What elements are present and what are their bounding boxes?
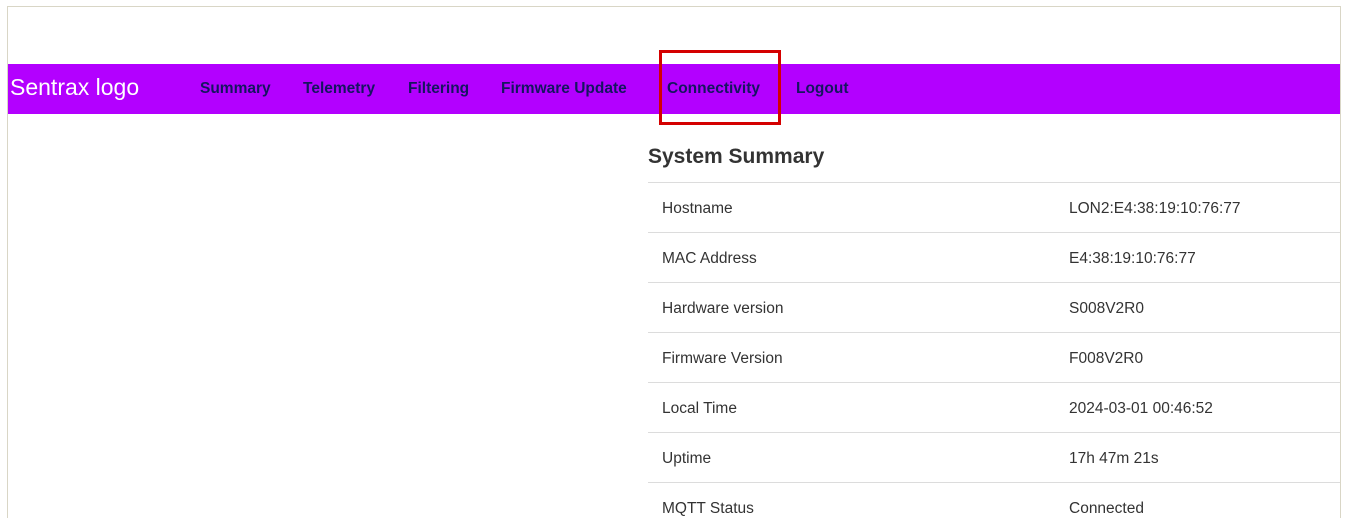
row-label: MQTT Status xyxy=(662,500,754,517)
row-value: E4:38:19:10:76:77 xyxy=(1069,250,1196,267)
page-title: System Summary xyxy=(648,145,825,168)
row-value: 17h 47m 21s xyxy=(1069,450,1159,467)
table-row: Uptime 17h 47m 21s xyxy=(648,432,1340,482)
table-row: Hardware version S008V2R0 xyxy=(648,282,1340,332)
row-label: Hostname xyxy=(662,200,733,217)
row-value: LON2:E4:38:19:10:76:77 xyxy=(1069,200,1241,217)
system-summary-table: Hostname LON2:E4:38:19:10:76:77 MAC Addr… xyxy=(648,182,1340,532)
table-row: Local Time 2024-03-01 00:46:52 xyxy=(648,382,1340,432)
table-row: Firmware Version F008V2R0 xyxy=(648,332,1340,382)
table-row: Hostname LON2:E4:38:19:10:76:77 xyxy=(648,182,1340,232)
row-value: S008V2R0 xyxy=(1069,300,1144,317)
nav-link-logout[interactable]: Logout xyxy=(796,80,849,98)
table-row: MAC Address E4:38:19:10:76:77 xyxy=(648,232,1340,282)
row-label: Hardware version xyxy=(662,300,784,317)
connectivity-highlight-box xyxy=(659,50,781,125)
brand-logo[interactable]: Sentrax logo xyxy=(10,74,139,101)
row-label: MAC Address xyxy=(662,250,757,267)
row-value: Connected xyxy=(1069,500,1144,517)
nav-link-telemetry[interactable]: Telemetry xyxy=(303,80,375,98)
row-value: F008V2R0 xyxy=(1069,350,1144,367)
row-value: 2024-03-01 00:46:52 xyxy=(1069,400,1213,417)
nav-link-summary[interactable]: Summary xyxy=(200,80,271,98)
row-label: Uptime xyxy=(662,450,712,467)
nav-link-filtering[interactable]: Filtering xyxy=(408,80,469,98)
row-label: Local Time xyxy=(662,400,737,417)
nav-link-firmware-update[interactable]: Firmware Update xyxy=(501,80,627,98)
row-label: Firmware Version xyxy=(662,350,783,367)
table-row: MQTT Status Connected xyxy=(648,482,1340,532)
